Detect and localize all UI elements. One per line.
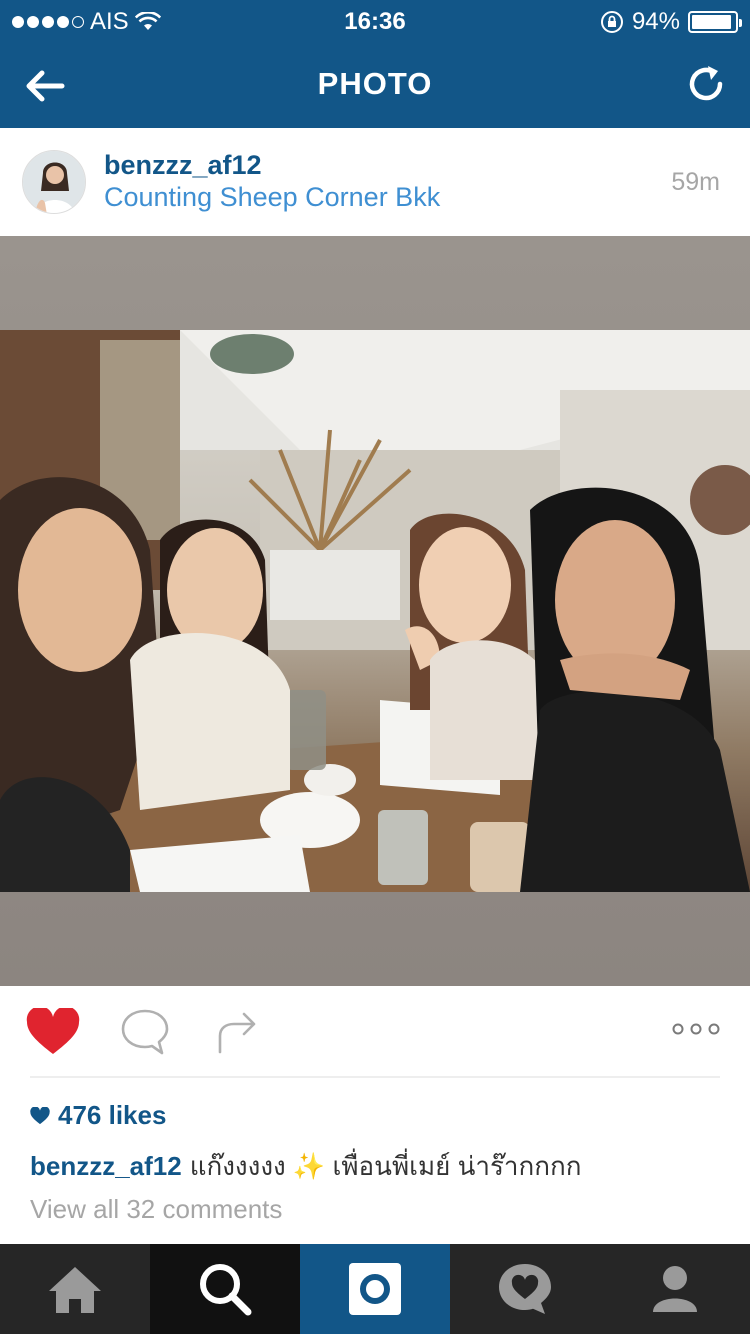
likes-count[interactable]: 476 likes bbox=[30, 1100, 166, 1131]
rotation-lock-icon bbox=[600, 11, 623, 33]
refresh-icon[interactable] bbox=[682, 60, 730, 108]
status-bar: AIS 16:36 94% bbox=[0, 0, 750, 40]
photo-content bbox=[0, 330, 750, 892]
profile-icon bbox=[653, 1266, 697, 1312]
comment-bubble-icon[interactable] bbox=[120, 1008, 170, 1056]
cafe-photo bbox=[0, 330, 750, 892]
battery-percent: 94% bbox=[631, 8, 680, 35]
tab-camera[interactable] bbox=[300, 1244, 450, 1334]
nav-bar: PHOTO bbox=[0, 40, 750, 128]
post-photo[interactable] bbox=[0, 236, 750, 986]
divider bbox=[30, 1076, 720, 1078]
battery-area: 94% bbox=[600, 8, 742, 36]
view-all-comments-link[interactable]: View all 32 comments bbox=[30, 1194, 282, 1225]
battery-icon bbox=[688, 11, 742, 33]
camera-icon bbox=[349, 1263, 401, 1315]
top-bar: AIS 16:36 94% PHOTO bbox=[0, 0, 750, 128]
post-username[interactable]: benzzz_af12 bbox=[104, 150, 262, 181]
avatar[interactable] bbox=[22, 150, 86, 214]
search-icon bbox=[200, 1264, 252, 1316]
more-options-icon[interactable] bbox=[672, 1022, 720, 1036]
tab-activity[interactable] bbox=[450, 1244, 600, 1334]
post-location[interactable]: Counting Sheep Corner Bkk bbox=[104, 182, 440, 213]
action-bar bbox=[0, 986, 750, 1078]
post-time: 59m bbox=[671, 168, 720, 196]
caption-text: แก๊งงงงง ✨ เพื่อนพี่เมย์ น่าร๊ากกกก bbox=[189, 1151, 582, 1181]
post-header: benzzz_af12 Counting Sheep Corner Bkk 59… bbox=[0, 128, 750, 236]
avatar-image bbox=[23, 151, 85, 213]
page-title: PHOTO bbox=[317, 66, 433, 101]
like-heart-icon[interactable] bbox=[26, 1008, 80, 1056]
tab-profile[interactable] bbox=[600, 1244, 750, 1334]
small-heart-icon bbox=[30, 1106, 50, 1124]
likes-label: 476 likes bbox=[58, 1100, 167, 1130]
caption-username[interactable]: benzzz_af12 bbox=[30, 1151, 182, 1181]
tab-home[interactable] bbox=[0, 1244, 150, 1334]
home-icon bbox=[49, 1267, 101, 1313]
share-arrow-icon[interactable] bbox=[214, 1008, 260, 1054]
post-caption: benzzz_af12 แก๊งงงงง ✨ เพื่อนพี่เมย์ น่าร… bbox=[30, 1146, 720, 1187]
tab-bar bbox=[0, 1244, 750, 1334]
tab-search[interactable] bbox=[150, 1244, 300, 1334]
activity-icon bbox=[499, 1264, 551, 1314]
